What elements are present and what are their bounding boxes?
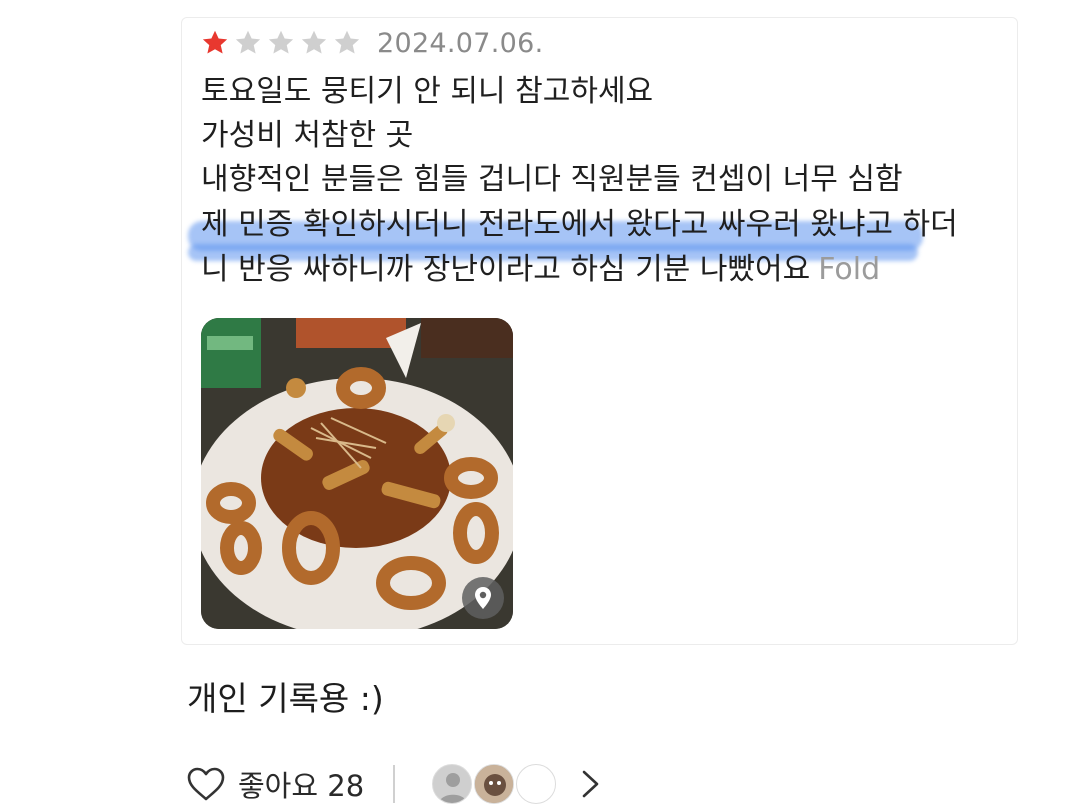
review-photo[interactable] [201,318,513,629]
review-text-line: 제 민증 확인하시더니 전라도에서 왔다고 싸우러 왔냐고 하더 [201,207,958,242]
review-text-line: 토요일도 뭉티기 안 되니 참고하세요 [201,74,654,109]
location-pin-icon[interactable] [462,577,504,619]
fold-link[interactable]: Fold [818,252,880,287]
post-caption: 개인 기록용 :) [187,679,384,718]
avatar [474,764,515,804]
star-empty-icon [233,28,265,58]
avatar [432,764,473,804]
divider [393,765,396,803]
review-text-line: 가성비 처참한 곳 [201,118,414,153]
food-photo-image [201,318,513,629]
like-count[interactable]: 좋아요 28 [238,763,364,805]
star-empty-icon [266,28,298,58]
review-text: 니 반응 싸하니까 장난이라고 하심 기분 나빴어요 [201,252,811,287]
avatar [516,764,557,804]
post-footer: 좋아요 28 [186,760,602,808]
review-text-line: 내향적인 분들은 힘들 겁니다 직원분들 컨셉이 너무 심함 [201,162,903,197]
chevron-right-icon[interactable] [580,767,602,801]
star-empty-icon [299,28,331,58]
liker-avatars[interactable] [432,762,562,806]
heart-icon[interactable] [186,765,226,803]
review-text-line-last: 니 반응 싸하니까 장난이라고 하심 기분 나빴어요 Fold [201,248,880,292]
star-empty-icon [332,28,364,58]
rating-row: 2024.07.06. [200,26,543,60]
review-date: 2024.07.06. [377,27,544,59]
star-filled-icon [200,28,232,58]
